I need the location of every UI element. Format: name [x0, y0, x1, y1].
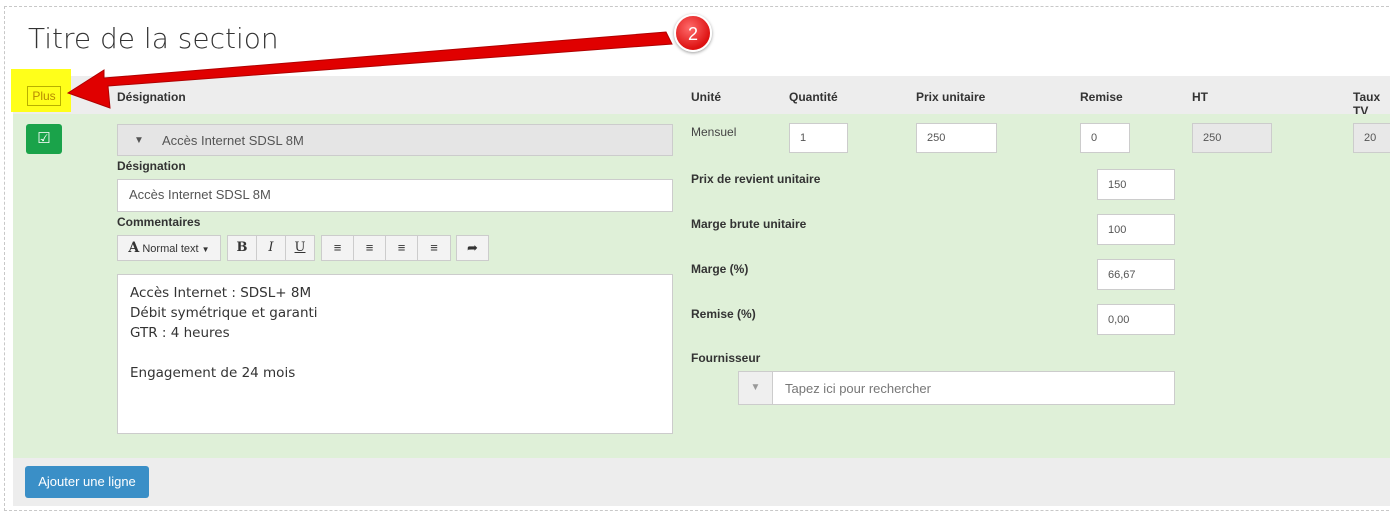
annotation-arrow — [66, 31, 673, 109]
annotation-badge: 2 — [674, 14, 712, 52]
arrow-shape — [66, 31, 673, 109]
